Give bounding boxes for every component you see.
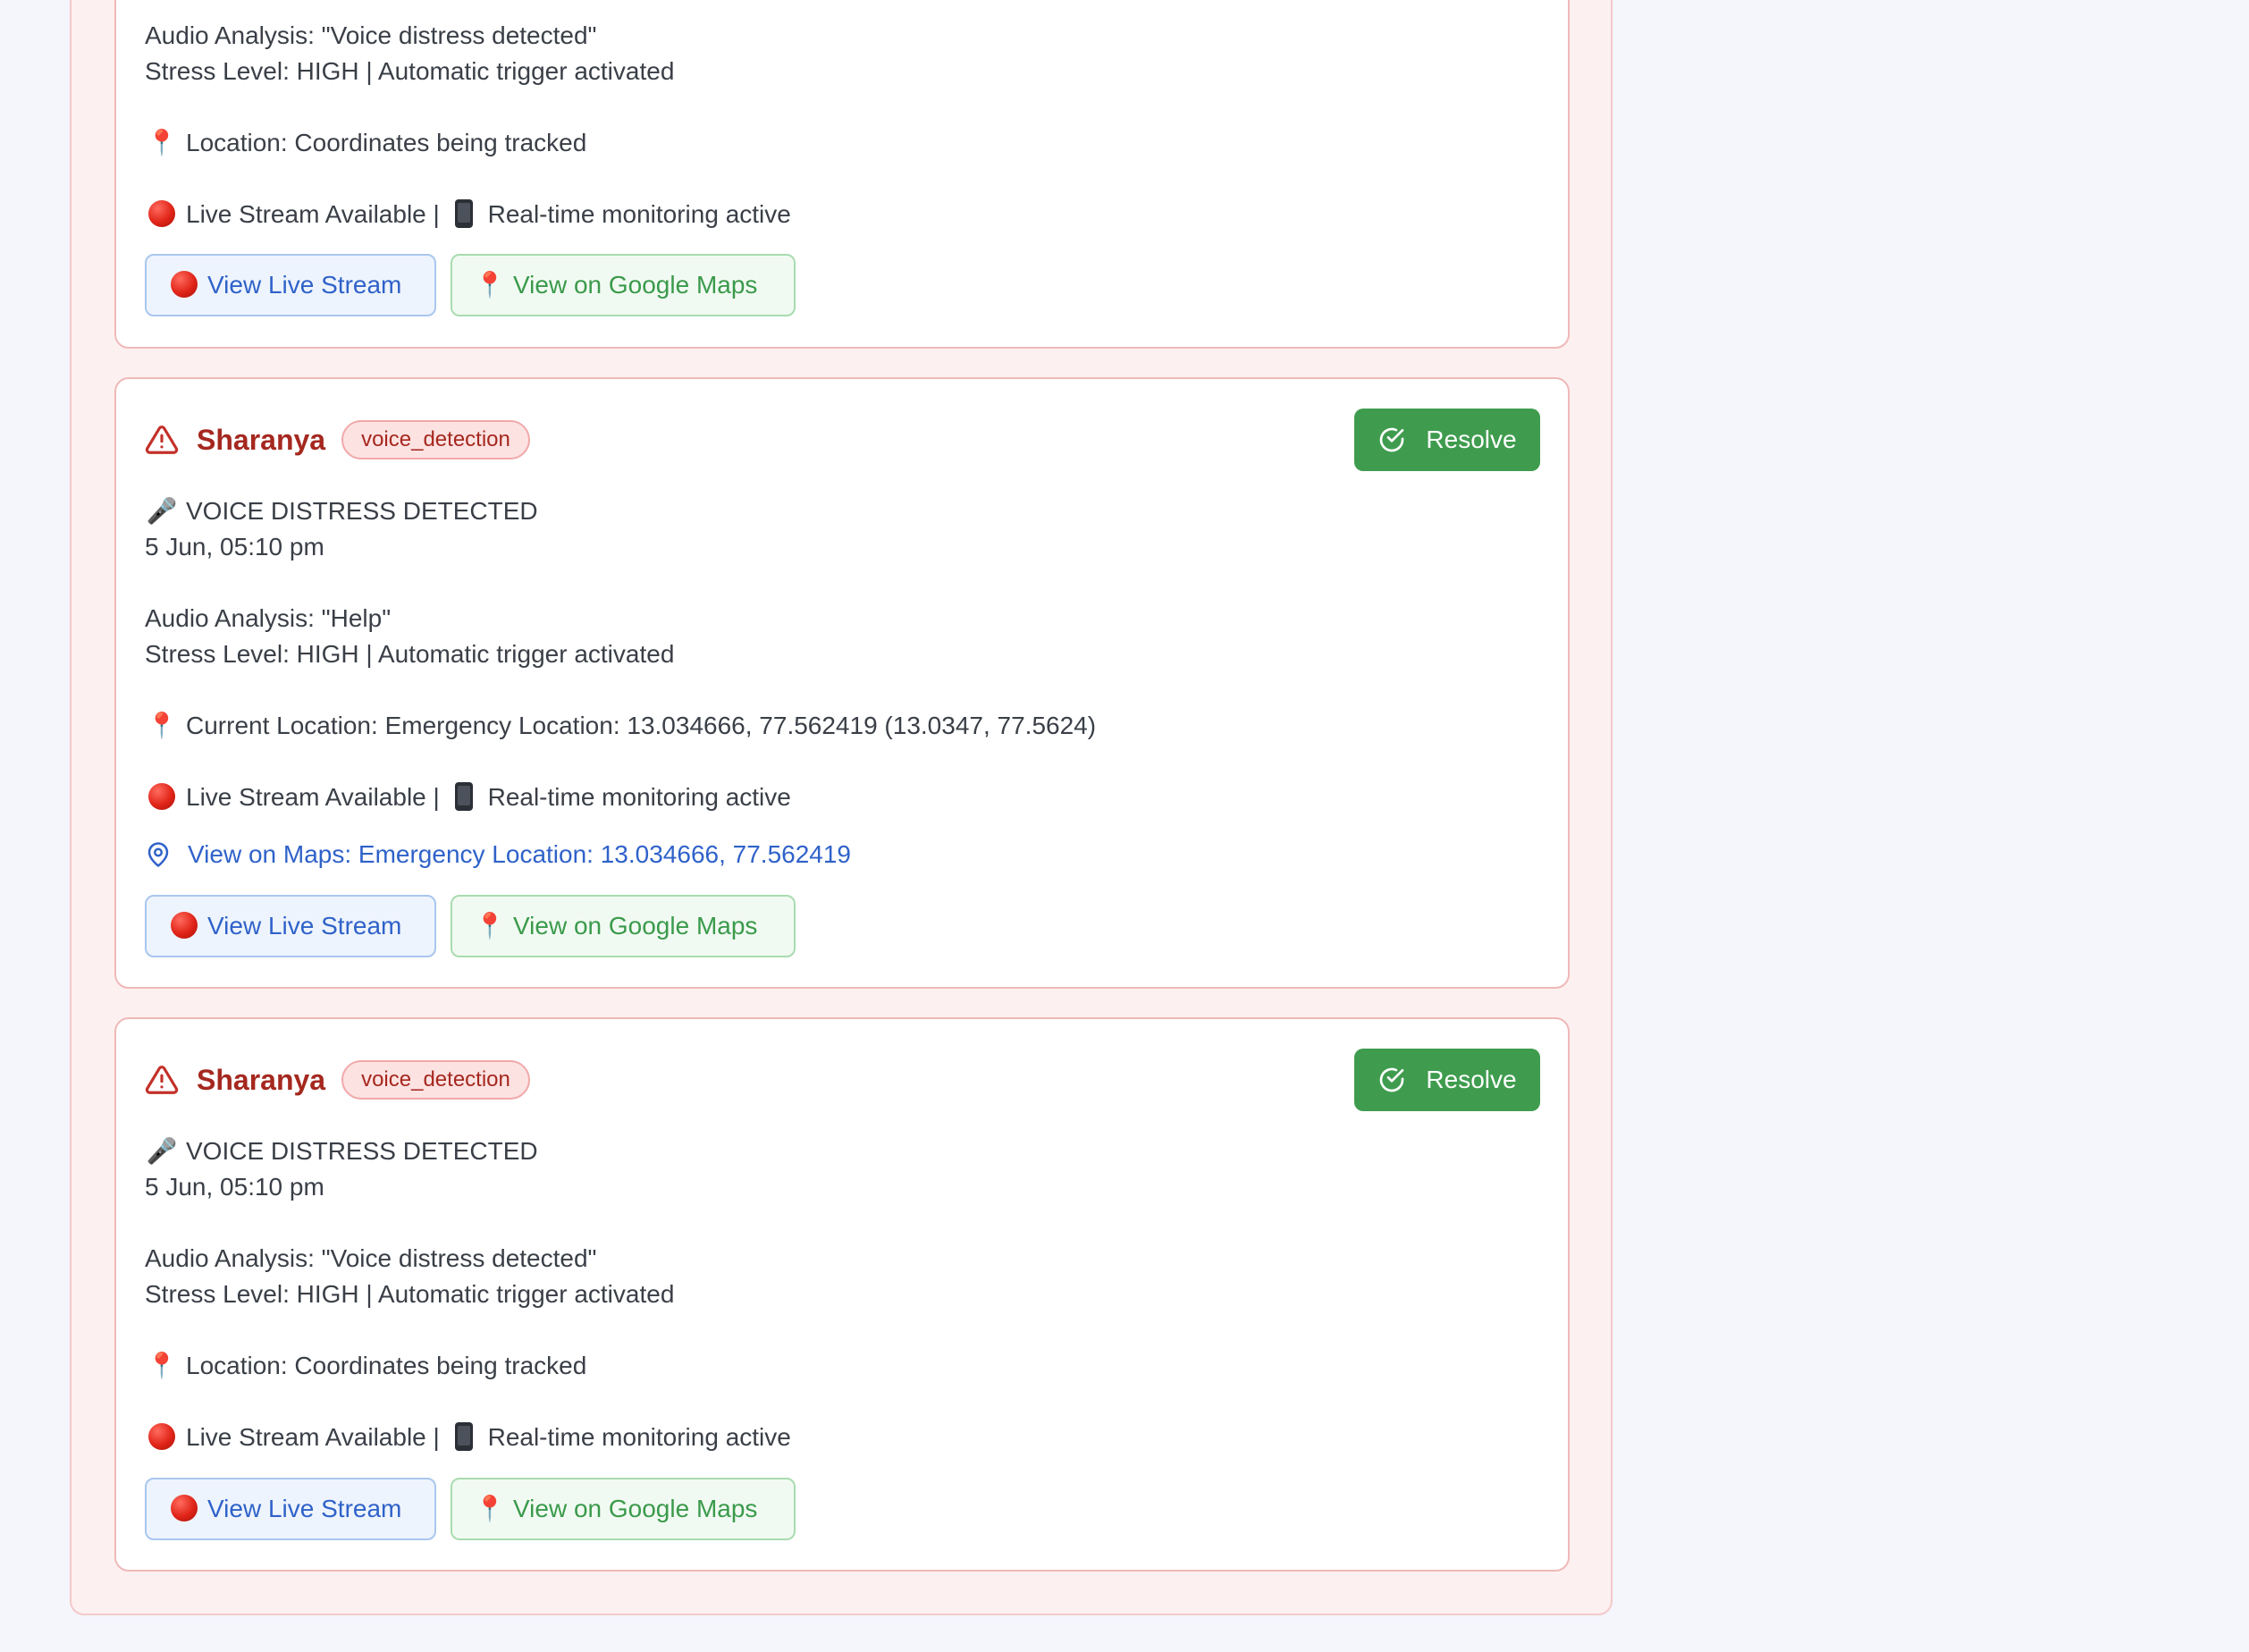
stress-level-text: Stress Level: HIGH | Automatic trigger a…	[145, 57, 675, 85]
mobile-phone-icon	[447, 1420, 481, 1455]
audio-analysis-text: Audio Analysis: "Voice distress detected…	[145, 21, 597, 49]
location-text: 📍 Location: Coordinates being tracked	[145, 1348, 587, 1384]
alert-timestamp: 5 Jun, 05:10 pm	[145, 1173, 324, 1201]
resolve-button[interactable]: Resolve	[1354, 409, 1540, 471]
stream-status-text: Live Stream Available | Real-time monito…	[145, 1420, 791, 1455]
location-text: 📍 Location: Coordinates being tracked	[145, 125, 587, 161]
microphone-icon: 🎤	[146, 1137, 178, 1165]
view-on-maps-link[interactable]: View on Maps: Emergency Location: 13.034…	[145, 837, 851, 872]
warning-triangle-icon	[145, 426, 179, 454]
location-text: 📍 Current Location: Emergency Location: 1…	[145, 708, 1097, 744]
alert-timestamp: 5 Jun, 05:10 pm	[145, 533, 324, 560]
audio-analysis-text: Audio Analysis: "Help"	[145, 604, 392, 632]
location-pin-icon: 📍	[474, 271, 506, 299]
alert-user-name: Sharanya	[197, 1063, 326, 1096]
stream-status-text: Live Stream Available | Real-time monito…	[145, 780, 791, 815]
location-pin-icon: 📍	[474, 1495, 506, 1522]
stress-level-text: Stress Level: HIGH | Automatic trigger a…	[145, 640, 675, 668]
alert-user-name: Sharanya	[197, 423, 326, 456]
audio-analysis-text: Audio Analysis: "Voice distress detected…	[145, 1244, 597, 1272]
mobile-phone-icon	[447, 197, 481, 232]
location-pin-icon: 📍	[474, 912, 506, 940]
check-circle-icon	[1380, 1067, 1404, 1092]
alert-headline: 🎤 VOICE DISTRESS DETECTED	[145, 1134, 538, 1169]
mobile-phone-icon	[447, 780, 481, 815]
view-google-maps-button[interactable]: 📍 View on Google Maps	[451, 1478, 796, 1540]
stream-status-text: Live Stream Available | Real-time monito…	[145, 197, 791, 232]
warning-triangle-icon	[145, 1066, 179, 1094]
location-pin-icon: 📍	[146, 129, 178, 156]
red-circle-icon	[168, 1479, 200, 1538]
red-circle-icon	[145, 780, 179, 815]
view-live-stream-button[interactable]: View Live Stream	[145, 1478, 436, 1540]
check-circle-icon	[1380, 427, 1404, 452]
location-pin-icon: 📍	[146, 1352, 178, 1379]
red-circle-icon	[145, 1420, 179, 1455]
view-google-maps-button[interactable]: 📍 View on Google Maps	[451, 254, 796, 316]
view-live-stream-button[interactable]: View Live Stream	[145, 254, 436, 316]
red-circle-icon	[168, 897, 200, 956]
red-circle-icon	[145, 197, 179, 232]
alert-header: Sharanya voice_detection	[145, 1058, 530, 1101]
location-pin-icon: 📍	[146, 712, 178, 739]
map-marker-outline-icon	[147, 842, 169, 867]
microphone-icon: 🎤	[146, 497, 178, 525]
alert-type-badge: voice_detection	[341, 420, 530, 459]
red-circle-icon	[168, 256, 200, 315]
alert-header: Sharanya voice_detection	[145, 418, 530, 461]
alert-type-badge: voice_detection	[341, 1060, 530, 1100]
view-live-stream-button[interactable]: View Live Stream	[145, 895, 436, 957]
resolve-button[interactable]: Resolve	[1354, 1049, 1540, 1111]
stress-level-text: Stress Level: HIGH | Automatic trigger a…	[145, 1280, 675, 1308]
view-google-maps-button[interactable]: 📍 View on Google Maps	[451, 895, 796, 957]
alert-headline: 🎤 VOICE DISTRESS DETECTED	[145, 493, 538, 529]
